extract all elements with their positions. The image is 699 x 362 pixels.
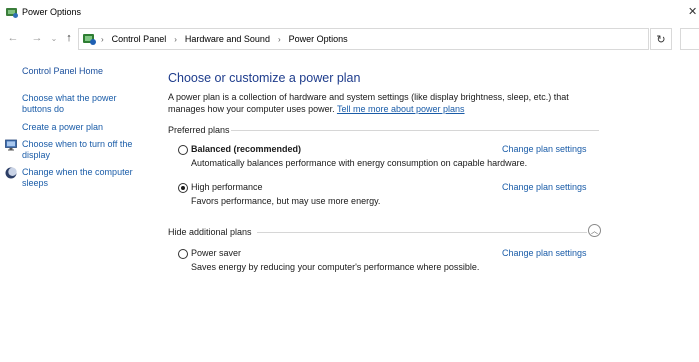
- preferred-plans-header: Preferred plans: [168, 125, 230, 135]
- control-panel-home-link[interactable]: Control Panel Home: [22, 66, 103, 77]
- learn-more-link[interactable]: Tell me more about power plans: [337, 104, 465, 114]
- page-title: Choose or customize a power plan: [168, 71, 361, 85]
- breadcrumb-separator: ›: [101, 34, 104, 44]
- sidebar-item-power-buttons[interactable]: Choose what the power buttons do: [22, 93, 142, 115]
- change-plan-settings-link[interactable]: Change plan settings: [502, 182, 587, 192]
- title-bar: Power Options ✕: [0, 0, 699, 26]
- breadcrumb-hardware-and-sound[interactable]: Hardware and Sound: [185, 34, 270, 44]
- sidebar-item-computer-sleeps[interactable]: Change when the computer sleeps: [22, 167, 147, 189]
- navigation-bar: ← → ⌄ ↑ › Control Panel › Hardware and S…: [0, 26, 699, 52]
- plan-radio-power-saver[interactable]: [178, 249, 188, 259]
- plan-name[interactable]: Power saver: [191, 248, 241, 258]
- breadcrumb-control-panel[interactable]: Control Panel: [112, 34, 167, 44]
- chevron-down-icon[interactable]: ⌄: [47, 31, 61, 45]
- refresh-icon[interactable]: ↻: [650, 28, 672, 50]
- breadcrumb-separator: ›: [174, 34, 177, 44]
- monitor-icon: [5, 139, 17, 151]
- arrow-left-icon[interactable]: ←: [6, 31, 20, 45]
- moon-icon: [5, 167, 17, 179]
- address-bar[interactable]: › Control Panel › Hardware and Sound › P…: [78, 28, 649, 50]
- collapse-chevron-up-icon[interactable]: ︿: [588, 224, 601, 237]
- divider: [231, 130, 599, 131]
- sidebar-item-turn-off-display[interactable]: Choose when to turn off the display: [22, 139, 147, 161]
- power-options-icon: [6, 8, 18, 18]
- breadcrumb: › Control Panel › Hardware and Sound › P…: [99, 34, 348, 44]
- divider: [257, 232, 587, 233]
- sidebar-item-create-plan[interactable]: Create a power plan: [22, 122, 103, 133]
- search-input[interactable]: [680, 28, 699, 50]
- arrow-right-icon[interactable]: →: [30, 31, 44, 45]
- close-icon[interactable]: ✕: [688, 5, 699, 19]
- hide-additional-plans-header[interactable]: Hide additional plans: [168, 227, 252, 237]
- change-plan-settings-link[interactable]: Change plan settings: [502, 144, 587, 154]
- page-description: A power plan is a collection of hardware…: [168, 92, 608, 115]
- arrow-up-icon[interactable]: ↑: [62, 31, 76, 45]
- plan-name[interactable]: Balanced (recommended): [191, 144, 301, 154]
- plan-description: Saves energy by reducing your computer's…: [191, 262, 480, 272]
- plan-radio-balanced[interactable]: [178, 145, 188, 155]
- change-plan-settings-link[interactable]: Change plan settings: [502, 248, 587, 258]
- plan-radio-high-performance[interactable]: [178, 183, 188, 193]
- control-panel-icon: [83, 34, 96, 45]
- plan-description: Favors performance, but may use more ene…: [191, 196, 381, 206]
- window-title: Power Options: [22, 7, 82, 17]
- breadcrumb-separator: ›: [277, 34, 281, 44]
- plan-description: Automatically balances performance with …: [191, 158, 528, 168]
- plan-name[interactable]: High performance: [191, 182, 263, 192]
- breadcrumb-power-options[interactable]: Power Options: [289, 34, 348, 44]
